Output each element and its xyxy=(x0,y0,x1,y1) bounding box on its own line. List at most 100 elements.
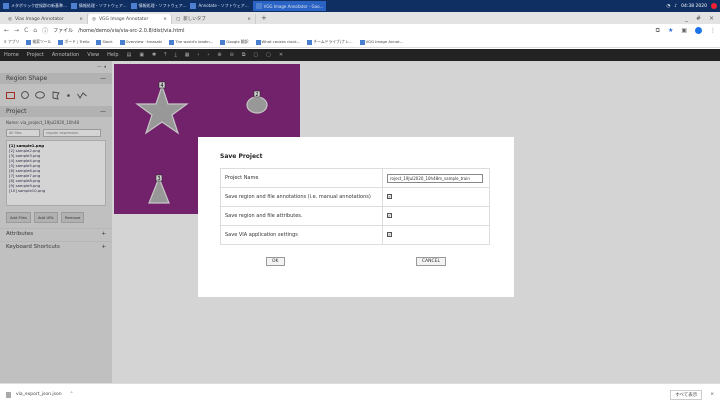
zoom-out-icon[interactable]: ⊖ xyxy=(230,52,234,58)
save-attributes-label: Save region and file attributes. xyxy=(220,206,383,226)
back-icon[interactable]: ← xyxy=(4,27,9,34)
window-controls: _ # × xyxy=(685,15,720,22)
open-icon[interactable]: ▤ xyxy=(127,52,132,58)
taskbar-item-active[interactable]: VGG Image Annotator - Goo... xyxy=(252,1,327,11)
save-icon[interactable]: ▣ xyxy=(139,52,144,58)
save-settings-label: Save VIA application settings xyxy=(220,225,383,245)
project-name-input[interactable]: roject_19Jul2020_10h48m_sample_train xyxy=(387,173,483,183)
chevron-up-icon[interactable]: ⌃ xyxy=(70,392,74,397)
download-icon[interactable]: ⤓ xyxy=(174,52,176,58)
taskbar-item[interactable]: Annotate - ソフトウェア... xyxy=(190,3,249,9)
paste-icon[interactable]: ▢ xyxy=(253,52,258,58)
file-scheme-label: ファイル xyxy=(53,28,74,34)
close-tab-icon[interactable]: × xyxy=(163,17,167,22)
cancel-button[interactable]: CANCEL xyxy=(415,257,446,266)
home-icon[interactable]: ⌂ xyxy=(33,27,37,34)
bookmark-item[interactable]: Overview · tmasaki xyxy=(119,39,162,45)
translate-icon[interactable]: ⧉ xyxy=(656,27,660,35)
settings-icon[interactable]: ✱ xyxy=(152,52,156,58)
power-icon[interactable] xyxy=(711,3,717,9)
maximize-icon[interactable]: # xyxy=(696,15,701,22)
close-icon[interactable]: × xyxy=(710,392,714,397)
project-name-cell: roject_19Jul2020_10h48m_sample_train xyxy=(382,168,490,188)
tab-label: Vias Image Annotator xyxy=(14,16,64,22)
bookmark-label: Google 翻訳 xyxy=(226,39,249,44)
taskbar-item[interactable]: 情報処理・ソフトウェア... xyxy=(130,3,187,9)
menu-view[interactable]: View xyxy=(87,52,99,58)
taskbar-item-label: メタボリック症候群の新基準... xyxy=(11,3,67,8)
favicon-icon: ◎ xyxy=(8,16,12,22)
zoom-in-icon[interactable]: ⊕ xyxy=(217,52,221,58)
taskbar-item-label: VGG Image Annotator - Goo... xyxy=(263,3,324,9)
bookmark-icon xyxy=(220,39,226,45)
copy-icon[interactable]: ⧉ xyxy=(242,52,246,58)
show-all-button[interactable]: すべて表示 xyxy=(670,389,703,400)
app-icon xyxy=(130,3,137,9)
dialog-buttons: OK CANCEL xyxy=(266,257,446,266)
download-bar-actions: すべて表示 × xyxy=(670,389,714,400)
list-icon[interactable]: ▦ xyxy=(185,52,190,58)
browser-tab[interactable]: ▢ 新しいタブ × xyxy=(172,14,256,24)
minimize-icon[interactable]: _ xyxy=(685,15,688,22)
wifi-icon[interactable]: ◔ xyxy=(666,4,670,9)
bookmark-item[interactable]: チームドライブ(ナレ... xyxy=(307,39,353,45)
close-window-icon[interactable]: × xyxy=(709,15,714,22)
save-settings-checkbox[interactable]: ✓ xyxy=(387,232,392,237)
menu-annotation[interactable]: Annotation xyxy=(52,52,79,58)
download-filename[interactable]: via_export_json.json xyxy=(16,392,62,397)
select-all-icon[interactable]: ▢ xyxy=(266,52,271,58)
os-taskbar: メタボリック症候群の新基準... 情報処理・ソフトウェア... 情報処理・ソフト… xyxy=(0,0,720,12)
app-icon xyxy=(190,3,197,9)
prev-icon[interactable]: ‹ xyxy=(197,52,199,58)
info-icon[interactable]: ⓘ xyxy=(42,26,48,35)
menu-kebab-icon[interactable]: ⋮ xyxy=(710,27,716,34)
bookmark-item[interactable]: Slack xyxy=(96,39,113,45)
bookmark-item[interactable]: VGG Image Annot... xyxy=(359,39,404,45)
taskbar-item-label: Annotate - ソフトウェア... xyxy=(198,3,249,8)
menu-project[interactable]: Project xyxy=(27,52,44,58)
checkbox-cell: ✓ xyxy=(382,225,490,245)
bookmark-item[interactable]: 検索ツール xyxy=(26,39,51,45)
save-annotations-label: Save region and file annotations (i.e. m… xyxy=(220,187,383,207)
new-tab-button[interactable]: + xyxy=(256,14,272,22)
menu-help[interactable]: Help xyxy=(107,52,118,58)
bookmark-item[interactable]: What causes clock... xyxy=(255,39,300,45)
close-tab-icon[interactable]: × xyxy=(247,17,251,22)
table-row: Save VIA application settings ✓ xyxy=(220,225,490,245)
ok-button[interactable]: OK xyxy=(266,257,285,266)
volume-icon[interactable]: ♪ xyxy=(674,4,677,9)
taskbar-item-label: 情報処理・ソフトウェア... xyxy=(138,3,187,8)
bookmark-label: The world's leadin... xyxy=(175,39,214,45)
bookmark-item[interactable]: ボード | Trello xyxy=(58,39,89,45)
save-options-table: Project Name roject_19Jul2020_10h48m_sam… xyxy=(220,168,490,245)
bookmark-label: 検索ツール xyxy=(32,39,52,44)
clock[interactable]: 04:38 2020 xyxy=(681,4,707,9)
close-tab-icon[interactable]: × xyxy=(79,17,83,22)
upload-icon[interactable]: ⤒ xyxy=(164,52,166,58)
table-row: Save region and file annotations (i.e. m… xyxy=(220,187,490,207)
via-menubar: Home Project Annotation View Help ▤ ▣ ✱ … xyxy=(0,49,720,61)
bookmark-star-icon[interactable]: ★ xyxy=(668,27,673,34)
bookmark-item[interactable]: Google 翻訳 xyxy=(220,39,249,45)
profile-avatar[interactable] xyxy=(695,27,702,34)
bookmarks-bar: ⠿ アプリ 検索ツール ボード | Trello Slack Overview … xyxy=(0,37,720,48)
url-field[interactable]: /home/demo/via/via-src-2.0.8/dist/via.ht… xyxy=(78,28,184,34)
browser-tab[interactable]: ◎ Vias Image Annotator × xyxy=(4,14,88,24)
next-icon[interactable]: › xyxy=(207,52,209,58)
taskbar-item[interactable]: 情報処理・ソフトウェア... xyxy=(70,3,127,9)
taskbar-item[interactable]: メタボリック症候群の新基準... xyxy=(3,3,67,9)
forward-icon[interactable]: → xyxy=(14,27,19,34)
delete-icon[interactable]: ✕ xyxy=(279,52,283,58)
save-annotations-checkbox[interactable]: ✓ xyxy=(387,194,392,199)
address-bar: ← → C ⌂ ⓘ ファイル /home/demo/via/via-src-2.… xyxy=(0,24,720,37)
bookmark-item[interactable]: ⠿ アプリ xyxy=(4,39,19,45)
bookmark-item[interactable]: The world's leadin... xyxy=(169,39,213,45)
bookmark-label: VGG Image Annot... xyxy=(365,39,404,45)
save-attributes-checkbox[interactable]: ✓ xyxy=(387,213,392,218)
bookmark-icon xyxy=(58,39,64,45)
bookmark-icon xyxy=(307,39,313,45)
browser-tab-active[interactable]: ◎ VGG Image Annotator × xyxy=(88,14,172,24)
extension-icon[interactable]: ▣ xyxy=(681,27,687,34)
menu-home[interactable]: Home xyxy=(4,52,19,58)
reload-icon[interactable]: C xyxy=(24,27,28,34)
